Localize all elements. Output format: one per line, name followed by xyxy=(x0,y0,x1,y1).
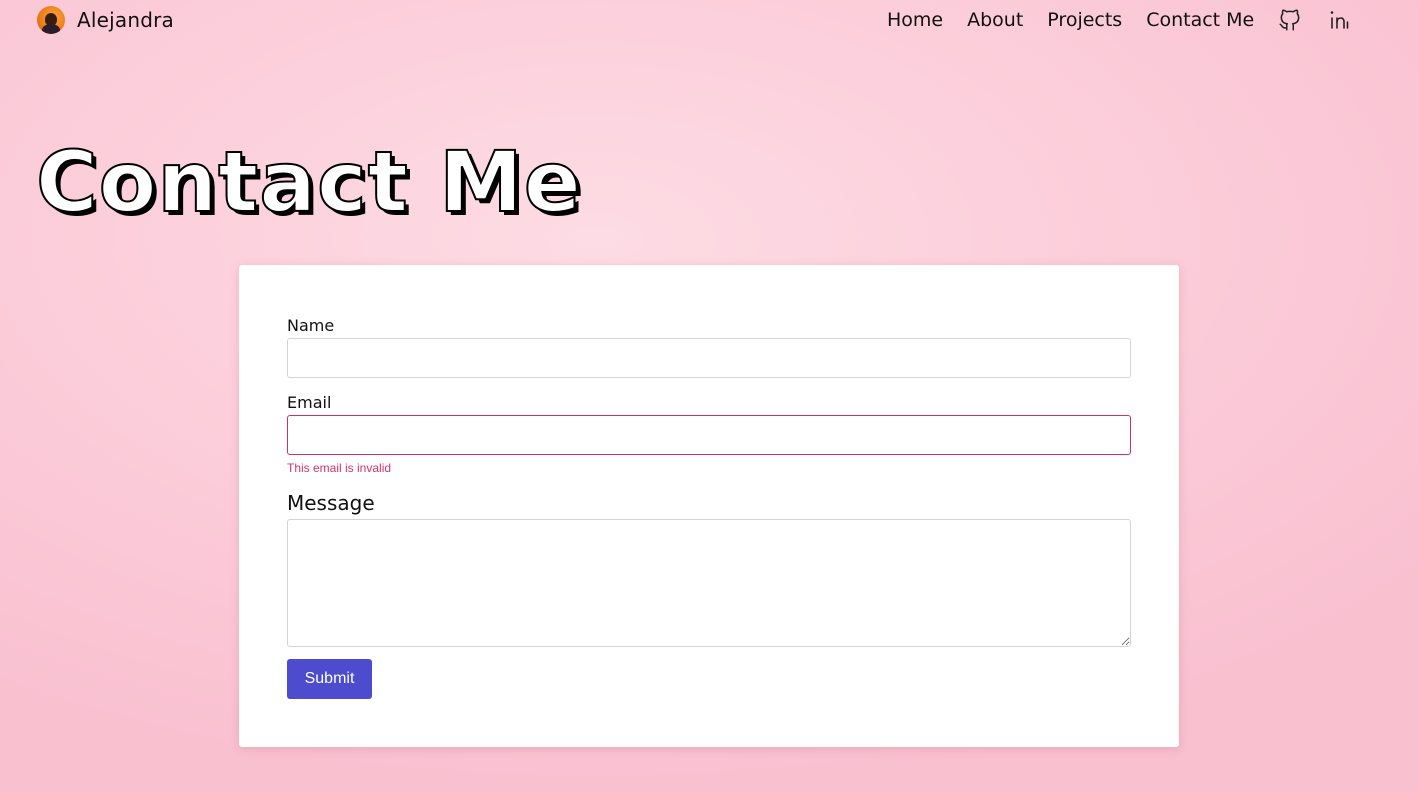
nav-projects[interactable]: Projects xyxy=(1047,9,1122,31)
brand-name: Alejandra xyxy=(77,8,175,32)
name-field[interactable] xyxy=(287,338,1131,378)
submit-button[interactable]: Submit xyxy=(287,659,372,699)
brand-link[interactable]: Alejandra xyxy=(37,6,174,34)
email-label: Email xyxy=(287,393,332,412)
linkedin-icon[interactable] xyxy=(1326,6,1354,34)
main-nav: Home About Projects Contact Me xyxy=(887,6,1376,34)
name-label: Name xyxy=(287,316,335,335)
nav-contact-me[interactable]: Contact Me xyxy=(1146,9,1254,31)
message-field[interactable] xyxy=(287,519,1131,647)
email-error-message: This email is invalid xyxy=(287,461,392,475)
avatar xyxy=(37,6,65,34)
email-field[interactable] xyxy=(287,415,1131,455)
page-title: Contact Me xyxy=(35,133,582,231)
nav-home[interactable]: Home xyxy=(887,9,943,31)
message-label: Message xyxy=(287,491,375,515)
nav-about[interactable]: About xyxy=(967,9,1023,31)
contact-form: Name Email This email is invalid Message… xyxy=(239,265,1179,747)
github-icon[interactable] xyxy=(1276,6,1304,34)
